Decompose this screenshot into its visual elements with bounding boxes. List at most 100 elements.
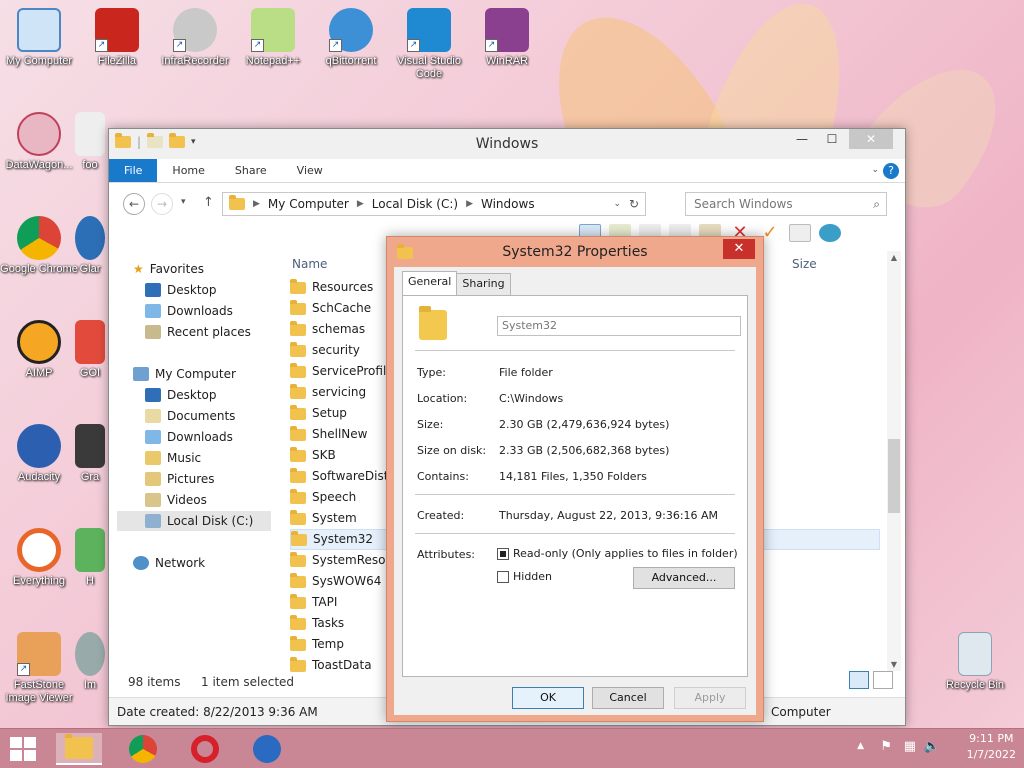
cancel-button[interactable]: Cancel	[592, 687, 664, 709]
checkbox-indeterminate[interactable]	[497, 547, 509, 560]
breadcrumb-my-computer[interactable]: My Computer	[268, 197, 349, 211]
advanced-button[interactable]: Advanced...	[633, 567, 735, 589]
nav-local-disk[interactable]: Local Disk (C:)	[117, 511, 271, 531]
start-button[interactable]	[10, 737, 36, 761]
dialog-title-bar[interactable]: System32 Properties ✕	[387, 237, 763, 267]
nav-favorites[interactable]: ★ Favorites	[133, 259, 204, 279]
maximize-button[interactable]: ☐	[817, 129, 847, 149]
globe-icon[interactable]	[819, 224, 841, 242]
network-icon[interactable]: ▦	[904, 739, 916, 754]
folder-name-field[interactable]: System32	[497, 316, 741, 336]
column-header-name[interactable]: Name	[292, 257, 327, 271]
tab-view[interactable]: View	[282, 159, 338, 182]
address-bar[interactable]: ▶ My Computer ▶ Local Disk (C:) ▶ Window…	[222, 192, 646, 216]
taskbar-file-explorer[interactable]	[56, 733, 102, 765]
folder-icon	[290, 383, 306, 399]
tab-sharing[interactable]: Sharing	[456, 273, 511, 295]
details-view-button[interactable]	[849, 671, 869, 689]
desktop-icon-gra[interactable]: Gra	[70, 424, 110, 484]
help-icon[interactable]: ?	[883, 163, 899, 179]
taskbar-thunderbird[interactable]	[244, 733, 290, 765]
desktop-icon-aimp[interactable]: AIMP	[0, 320, 78, 380]
folder-icon	[290, 362, 306, 378]
tab-general[interactable]: General	[402, 271, 458, 295]
breadcrumb-separator: ▶	[356, 199, 364, 209]
nav-music[interactable]: Music	[145, 448, 201, 468]
desktop-icon-h[interactable]: H	[70, 528, 110, 588]
nav-fav-downloads[interactable]: Downloads	[145, 301, 233, 321]
nav-label: Pictures	[167, 472, 215, 486]
show-hidden-icons[interactable]: ▲	[857, 741, 864, 751]
desktop-icon-audacity[interactable]: Audacity	[0, 424, 78, 484]
folder-icon	[290, 299, 306, 315]
nav-desktop[interactable]: Desktop	[145, 385, 217, 405]
details-location: Computer	[771, 705, 831, 719]
volume-icon[interactable]: 🔈	[924, 739, 940, 754]
back-button[interactable]: ←	[123, 193, 145, 215]
forward-button[interactable]: →	[151, 193, 173, 215]
nav-network[interactable]: Network	[133, 553, 205, 573]
minimize-button[interactable]: —	[787, 129, 817, 149]
breadcrumb-local-disk[interactable]: Local Disk (C:)	[372, 197, 458, 211]
large-icons-view-button[interactable]	[873, 671, 893, 689]
hidden-checkbox[interactable]: Hidden	[497, 570, 552, 583]
desktop-icon-label: Im	[83, 679, 97, 691]
vertical-scrollbar[interactable]: ▲ ▼	[887, 251, 901, 671]
desktop-icon-gom[interactable]: GOI	[70, 320, 110, 380]
desktop-icon-vscode[interactable]: ↗ Visual Studio Code	[390, 8, 468, 81]
desktop-icon-qbittorrent[interactable]: ↗ qBittorrent	[312, 8, 390, 68]
search-input[interactable]: Search Windows ⌕	[685, 192, 887, 216]
nav-pictures[interactable]: Pictures	[145, 469, 215, 489]
apply-button[interactable]: Apply	[674, 687, 746, 709]
desktop-icon-everything[interactable]: Everything	[0, 528, 78, 588]
recent-locations-icon[interactable]: ▾	[181, 197, 186, 207]
tab-file[interactable]: File	[109, 159, 158, 182]
nav-documents[interactable]: Documents	[145, 406, 235, 426]
desktop-icon-label: FastStone Image Viewer	[5, 679, 73, 704]
readonly-checkbox[interactable]: Read-only (Only applies to files in fold…	[497, 547, 738, 560]
nav-videos[interactable]: Videos	[145, 490, 207, 510]
desktop-icon-my-computer[interactable]: My Computer	[0, 8, 78, 68]
desktop-icon-foo[interactable]: foo	[70, 112, 110, 172]
scroll-thumb[interactable]	[888, 439, 900, 513]
nav-my-computer[interactable]: My Computer	[133, 364, 236, 384]
size-on-disk-label: Size on disk:	[417, 444, 487, 457]
action-center-icon[interactable]: ⚑	[880, 739, 892, 754]
nav-fav-recent[interactable]: Recent places	[145, 322, 251, 342]
nav-downloads[interactable]: Downloads	[145, 427, 233, 447]
refresh-icon[interactable]: ↻	[629, 197, 639, 211]
ok-button[interactable]: OK	[512, 687, 584, 709]
desktop-icon-recycle-bin[interactable]: Recycle Bin	[936, 632, 1014, 692]
desktop-icon-filezilla[interactable]: ↗ FileZilla	[78, 8, 156, 68]
checkbox[interactable]	[497, 570, 509, 583]
nav-fav-desktop[interactable]: Desktop	[145, 280, 217, 300]
clock[interactable]: 9:11 PM 1/7/2022	[967, 731, 1016, 763]
tab-home[interactable]: Home	[157, 159, 219, 182]
desktop-icon-im[interactable]: Im	[70, 632, 110, 692]
tab-share[interactable]: Share	[220, 159, 282, 182]
nav-label: Network	[155, 556, 206, 570]
scroll-up-icon[interactable]: ▲	[887, 253, 901, 262]
explorer-title-bar[interactable]: | ▾ Windows — ☐ ✕	[109, 129, 905, 159]
desktop-icon-faststone[interactable]: ↗ FastStone Image Viewer	[0, 632, 78, 705]
star-icon: ★	[133, 262, 144, 276]
up-arrow-icon[interactable]: ↑	[203, 195, 214, 210]
rename-icon[interactable]	[789, 224, 811, 242]
breadcrumb-separator: ▶	[466, 199, 473, 209]
chevron-down-icon[interactable]: ⌄	[613, 199, 621, 209]
dialog-close-button[interactable]: ✕	[723, 239, 755, 259]
taskbar-opera[interactable]	[182, 733, 228, 765]
scroll-down-icon[interactable]: ▼	[887, 660, 901, 669]
desktop-icon-infrarecorder[interactable]: ↗ InfraRecorder	[156, 8, 234, 68]
desktop-icon-glar[interactable]: Glar	[70, 216, 110, 276]
desktop-icon-notepadpp[interactable]: ↗ Notepad++	[234, 8, 312, 68]
breadcrumb-windows[interactable]: Windows	[481, 197, 535, 211]
chevron-down-icon[interactable]: ⌄	[871, 165, 879, 175]
desktop-icon-datawagon[interactable]: DataWagon...	[0, 112, 78, 172]
column-header-size[interactable]: Size	[792, 257, 817, 271]
taskbar-chrome[interactable]	[120, 733, 166, 765]
desktop-icon-winrar[interactable]: ↗ WinRAR	[468, 8, 546, 68]
close-button[interactable]: ✕	[849, 129, 893, 149]
desktop-icon-chrome[interactable]: Google Chrome	[0, 216, 78, 276]
computer-icon	[17, 8, 61, 52]
